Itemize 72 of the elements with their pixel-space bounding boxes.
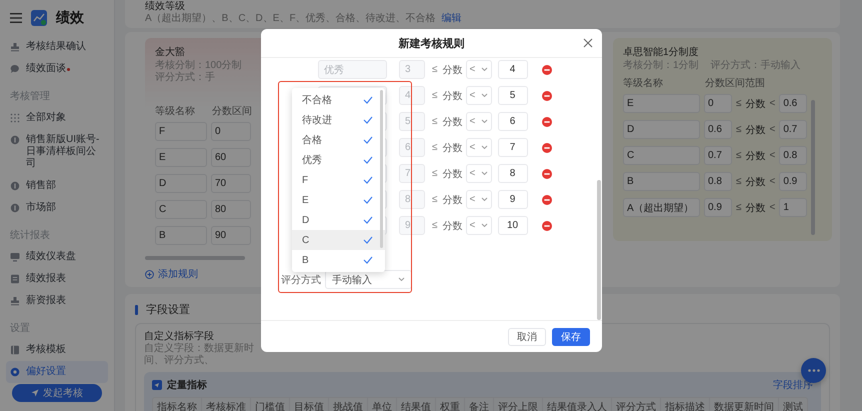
operator-label: < [770, 124, 776, 135]
score-field: 0.9 [779, 172, 808, 191]
grade-field: B [155, 226, 207, 245]
variable-label: 分数 [442, 142, 462, 154]
variable-label: 分数 [746, 98, 766, 110]
operator-label: < [770, 176, 776, 187]
operator-label: < [770, 98, 776, 109]
grade-field: E [623, 94, 700, 113]
score-field: 0.8 [704, 172, 732, 191]
column-header: 分数区间 [212, 106, 252, 118]
section-title: 字段设置 [146, 302, 190, 317]
variable-label: 分数 [442, 194, 462, 206]
variable-label: 分数 [442, 116, 462, 128]
variable-label: 分数 [746, 202, 766, 214]
field-label: 评分方式 [281, 274, 321, 286]
variable-label: 分数 [746, 124, 766, 136]
variable-label: 分数 [746, 176, 766, 188]
score-field: 1 [779, 198, 808, 217]
score-field: 0 [704, 94, 732, 113]
variable-label: 分数 [746, 150, 766, 162]
grade-field: C [623, 146, 700, 165]
score-field: 0.6 [779, 94, 808, 113]
variable-label: 分数 [442, 168, 462, 180]
score-field: 0.7 [779, 120, 808, 139]
operator-label: ≤ [432, 194, 438, 205]
score-field: 80 [211, 200, 251, 219]
section-heading: 考核管理 [9, 90, 51, 104]
panel-hint: 自定义字段：数据更新时间、评分方式、 [144, 343, 254, 367]
score-field: 0 [211, 122, 251, 141]
grade-field: E [155, 148, 207, 167]
operator-label: ≤ [736, 176, 742, 187]
card-title: 金大豁 [155, 46, 186, 59]
operator-label: ≤ [432, 90, 438, 101]
operator-label: ≤ [432, 64, 438, 75]
operator-label: < [770, 150, 776, 161]
section-heading: 统计报表 [9, 228, 51, 243]
section-heading: 设置 [9, 322, 31, 336]
score-field: 0.7 [704, 146, 732, 165]
score-field: 90 [211, 226, 251, 245]
operator-label: ≤ [432, 168, 438, 179]
score-field: 0.8 [779, 146, 808, 165]
score-field: 60 [211, 148, 251, 167]
operator-label: < [770, 202, 776, 213]
column-header: 等级名称 [155, 106, 196, 118]
operator-label: ≤ [432, 220, 438, 231]
section-title: 绩效等级 [145, 1, 186, 12]
grade-list: A（超出期望）、B、C、D、E、F、优秀、合格、待改进、不合格 [145, 13, 436, 25]
operator-label: ≤ [736, 150, 742, 161]
operator-label: ≤ [736, 202, 742, 213]
column-header: 等级名称 [623, 78, 664, 90]
operator-label: ≤ [736, 98, 742, 109]
score-field: 0.6 [704, 120, 732, 139]
grade-field: B [623, 172, 700, 191]
variable-label: 分数 [442, 220, 462, 232]
score-field: 70 [211, 174, 251, 193]
card-title: 卓思智能1分制度 [623, 46, 700, 59]
group-title: 定量指标 [167, 378, 207, 392]
operator-label: ≤ [736, 124, 742, 135]
panel-title: 自定义指标字段 [144, 330, 214, 342]
grade-field: D [623, 120, 700, 139]
column-header: 分数区间范围 [705, 78, 765, 90]
operator-label: ≤ [432, 142, 438, 153]
variable-label: 分数 [442, 64, 462, 76]
operator-label: ≤ [432, 116, 438, 127]
grade-field: C [155, 200, 207, 219]
score-field: 0.9 [704, 198, 732, 217]
variable-label: 分数 [442, 90, 462, 102]
grade-field: A（超出期望） [623, 198, 700, 217]
app-title: 绩效 [56, 9, 84, 27]
grade-field: D [155, 174, 207, 193]
dialog-title: 新建考核规则 [398, 36, 464, 50]
grade-field: F [155, 122, 207, 141]
